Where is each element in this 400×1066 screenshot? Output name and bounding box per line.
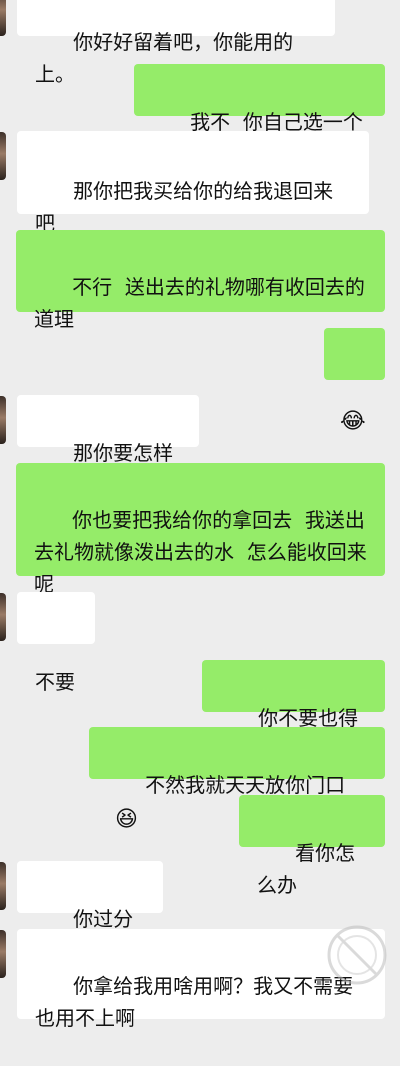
message-bubble[interactable]: 😂: [324, 328, 385, 434]
message-bubble[interactable]: 你过分了哈: [17, 861, 163, 963]
message-text: 你拿给我用啥用啊？我又不需要也用不上啊: [35, 974, 354, 1030]
avatar[interactable]: [0, 0, 6, 36]
avatar[interactable]: [0, 396, 6, 444]
message-bubble[interactable]: 那你把我买给你的给我退回来吧😚: [17, 131, 369, 270]
laughing-tears-emoji-icon: 😂: [340, 409, 366, 434]
message-text: 看你怎么办: [257, 841, 356, 897]
watermark-stamp-icon: [327, 925, 387, 985]
avatar[interactable]: [0, 862, 6, 910]
message-text: 不行 送出去的礼物哪有收回去的道理: [34, 275, 365, 331]
message-text: 不然我就天天放你门口: [145, 773, 346, 797]
message-bubble[interactable]: 不行 送出去的礼物哪有收回去的道理: [16, 230, 385, 331]
message-bubble[interactable]: 不要: [17, 592, 95, 694]
grinning-squint-emoji-icon: 😆: [115, 807, 138, 832]
message-bubble[interactable]: 看你怎么办: [239, 795, 385, 897]
avatar[interactable]: [0, 930, 6, 978]
message-bubble[interactable]: 你不要也得要: [202, 660, 385, 762]
chat-area: 32 你好好留着吧，你能用的上。 我不 你自己选一个吧 那你把我买给你的给我退回…: [0, 0, 400, 1030]
message-bubble[interactable]: 你好好留着吧，你能用的上。: [17, 0, 335, 86]
message-text: 不要: [35, 670, 75, 694]
avatar[interactable]: [0, 593, 6, 641]
message-bubble[interactable]: 那你要怎样啊？: [17, 395, 199, 497]
message-bubble[interactable]: 不然我就天天放你门口 😆: [89, 727, 385, 832]
message-text: 那你把我买给你的给我退回来吧: [35, 179, 334, 235]
message-bubble[interactable]: 你也要把我给你的拿回去 我送出去礼物就像泼出去的水 怎么能收回来呢: [16, 463, 385, 596]
message-text: 你也要把我给你的拿回去 我送出去礼物就像泼出去的水 怎么能收回来呢: [34, 508, 367, 596]
message-bubble[interactable]: 我不 你自己选一个吧: [134, 64, 385, 166]
avatar[interactable]: [0, 132, 6, 180]
